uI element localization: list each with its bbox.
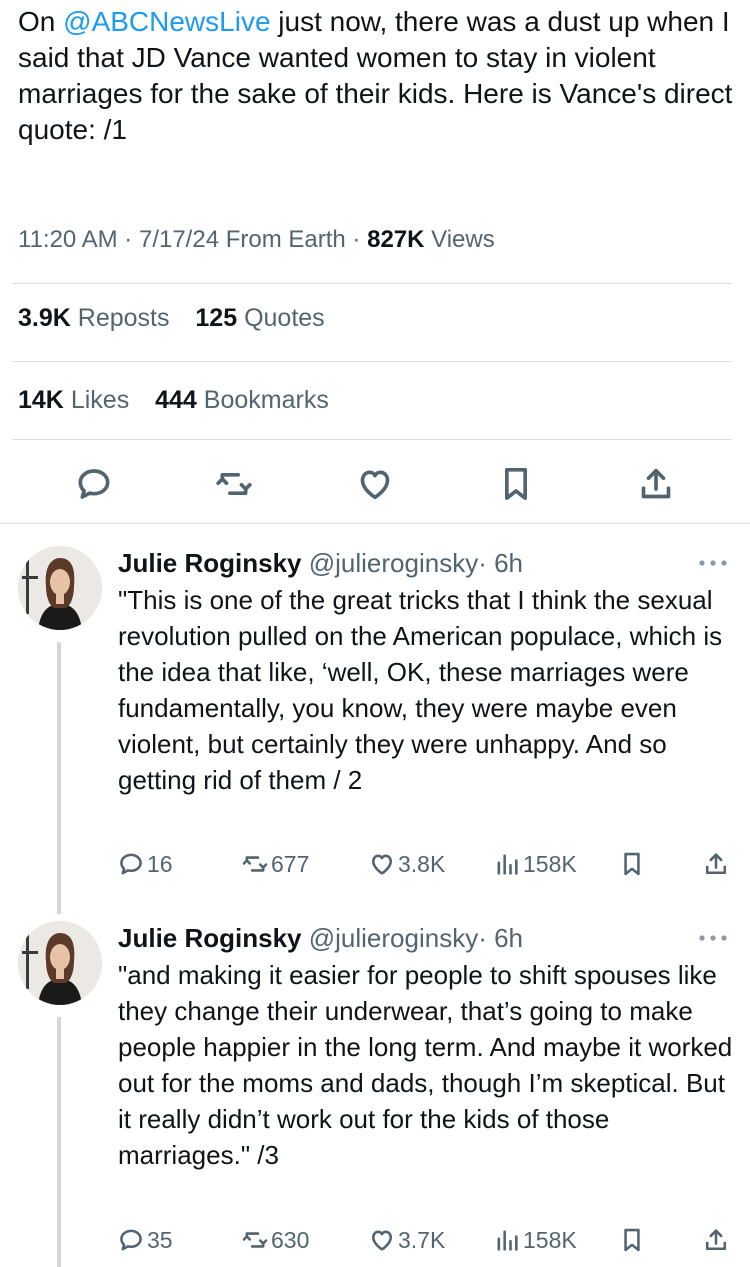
more-icon[interactable]: [696, 556, 730, 568]
stats-row-likes: 14K Likes 444 Bookmarks: [18, 386, 329, 415]
author-name[interactable]: Julie Roginsky: [118, 548, 302, 578]
like-count: 3.7K: [398, 1226, 446, 1253]
views-count: 158K: [523, 1226, 577, 1253]
divider: [12, 439, 732, 440]
stats-row-reposts: 3.9K Reposts 125 Quotes: [18, 304, 325, 333]
reply-count: 35: [147, 1226, 173, 1253]
reply-count: 16: [147, 850, 173, 877]
quotes-count: 125: [195, 304, 238, 332]
share-icon[interactable]: [702, 1222, 732, 1258]
tweet-meta: 11:20 AM · 7/17/24 From Earth · 827K Vie…: [18, 226, 495, 254]
author-handle[interactable]: @julieroginsky: [309, 548, 478, 578]
avatar[interactable]: [18, 546, 102, 630]
views-label: Views: [431, 226, 495, 253]
reposts-count: 3.9K: [18, 304, 71, 332]
reply-time: · 6h: [478, 923, 524, 953]
author-name[interactable]: Julie Roginsky: [118, 923, 302, 953]
heart-icon: [371, 1230, 393, 1251]
reply-count-button[interactable]: 35: [117, 1222, 173, 1258]
likes-label: Likes: [70, 386, 130, 414]
divider: [0, 523, 750, 524]
reply-count-button[interactable]: 16: [117, 846, 173, 882]
views-count: 158K: [523, 850, 577, 877]
reply-icon[interactable]: [74, 464, 114, 504]
repost-count: 630: [271, 1226, 310, 1253]
bookmarks-label: Bookmarks: [203, 386, 329, 414]
reply-text: "and making it easier for people to shif…: [118, 960, 733, 1170]
share-icon[interactable]: [702, 846, 732, 882]
views-count-button[interactable]: 158K: [493, 1222, 577, 1258]
heart-icon[interactable]: [355, 464, 395, 504]
reply-header: Julie Roginsky @julieroginsky· 6h: [118, 548, 523, 579]
reply-icon: [120, 1229, 142, 1251]
views-icon: [497, 854, 518, 875]
reply-icon: [120, 853, 142, 875]
more-icon[interactable]: [696, 931, 730, 943]
reply-header: Julie Roginsky @julieroginsky· 6h: [118, 923, 523, 954]
quotes-label: Quotes: [244, 304, 325, 332]
like-count: 3.8K: [398, 850, 446, 877]
repost-icon: [242, 1232, 268, 1248]
reply-actions: 16 677 3.8K 158K: [0, 846, 750, 882]
tweet-actions: [0, 458, 750, 512]
author-handle[interactable]: @julieroginsky: [309, 923, 478, 953]
meta-separator: ·: [124, 226, 133, 253]
tweet-date[interactable]: 7/17/24: [139, 226, 219, 253]
avatar[interactable]: [18, 921, 102, 1005]
views-count-button[interactable]: 158K: [493, 846, 577, 882]
likes-count: 14K: [18, 386, 64, 414]
bookmarks-stat[interactable]: 444 Bookmarks: [155, 386, 329, 414]
repost-icon: [242, 856, 268, 872]
reply-time: · 6h: [478, 548, 524, 578]
views-count: 827K: [367, 226, 425, 253]
heart-icon: [371, 854, 393, 875]
tweet-time[interactable]: 11:20 AM: [18, 226, 118, 253]
bookmark-icon[interactable]: [618, 1222, 648, 1258]
tweet-source: From Earth: [225, 226, 346, 253]
divider: [12, 283, 732, 284]
reply-actions: 35 630 3.7K 158K: [0, 1222, 750, 1258]
share-icon[interactable]: [636, 464, 676, 504]
repost-count: 677: [271, 850, 310, 877]
repost-icon[interactable]: [214, 464, 254, 504]
reposts-stat[interactable]: 3.9K Reposts: [18, 304, 169, 332]
repost-count-button[interactable]: 630: [241, 1222, 309, 1258]
meta-separator: ·: [352, 226, 361, 253]
tweet-text-pre: On: [18, 6, 64, 37]
like-count-button[interactable]: 3.8K: [368, 846, 445, 882]
divider: [12, 361, 732, 362]
views-icon: [497, 1230, 518, 1251]
likes-stat[interactable]: 14K Likes: [18, 386, 129, 414]
reply-text: "This is one of the great tricks that I …: [118, 585, 723, 795]
repost-count-button[interactable]: 677: [241, 846, 309, 882]
mention-link[interactable]: @ABCNewsLive: [63, 6, 270, 37]
reposts-label: Reposts: [77, 304, 170, 332]
bookmark-icon[interactable]: [496, 464, 536, 504]
quotes-stat[interactable]: 125 Quotes: [195, 304, 324, 332]
bookmark-icon[interactable]: [618, 846, 648, 882]
tweet-text: On @ABCNewsLive just now, there was a du…: [18, 4, 738, 148]
bookmarks-count: 444: [155, 386, 197, 414]
like-count-button[interactable]: 3.7K: [368, 1222, 445, 1258]
